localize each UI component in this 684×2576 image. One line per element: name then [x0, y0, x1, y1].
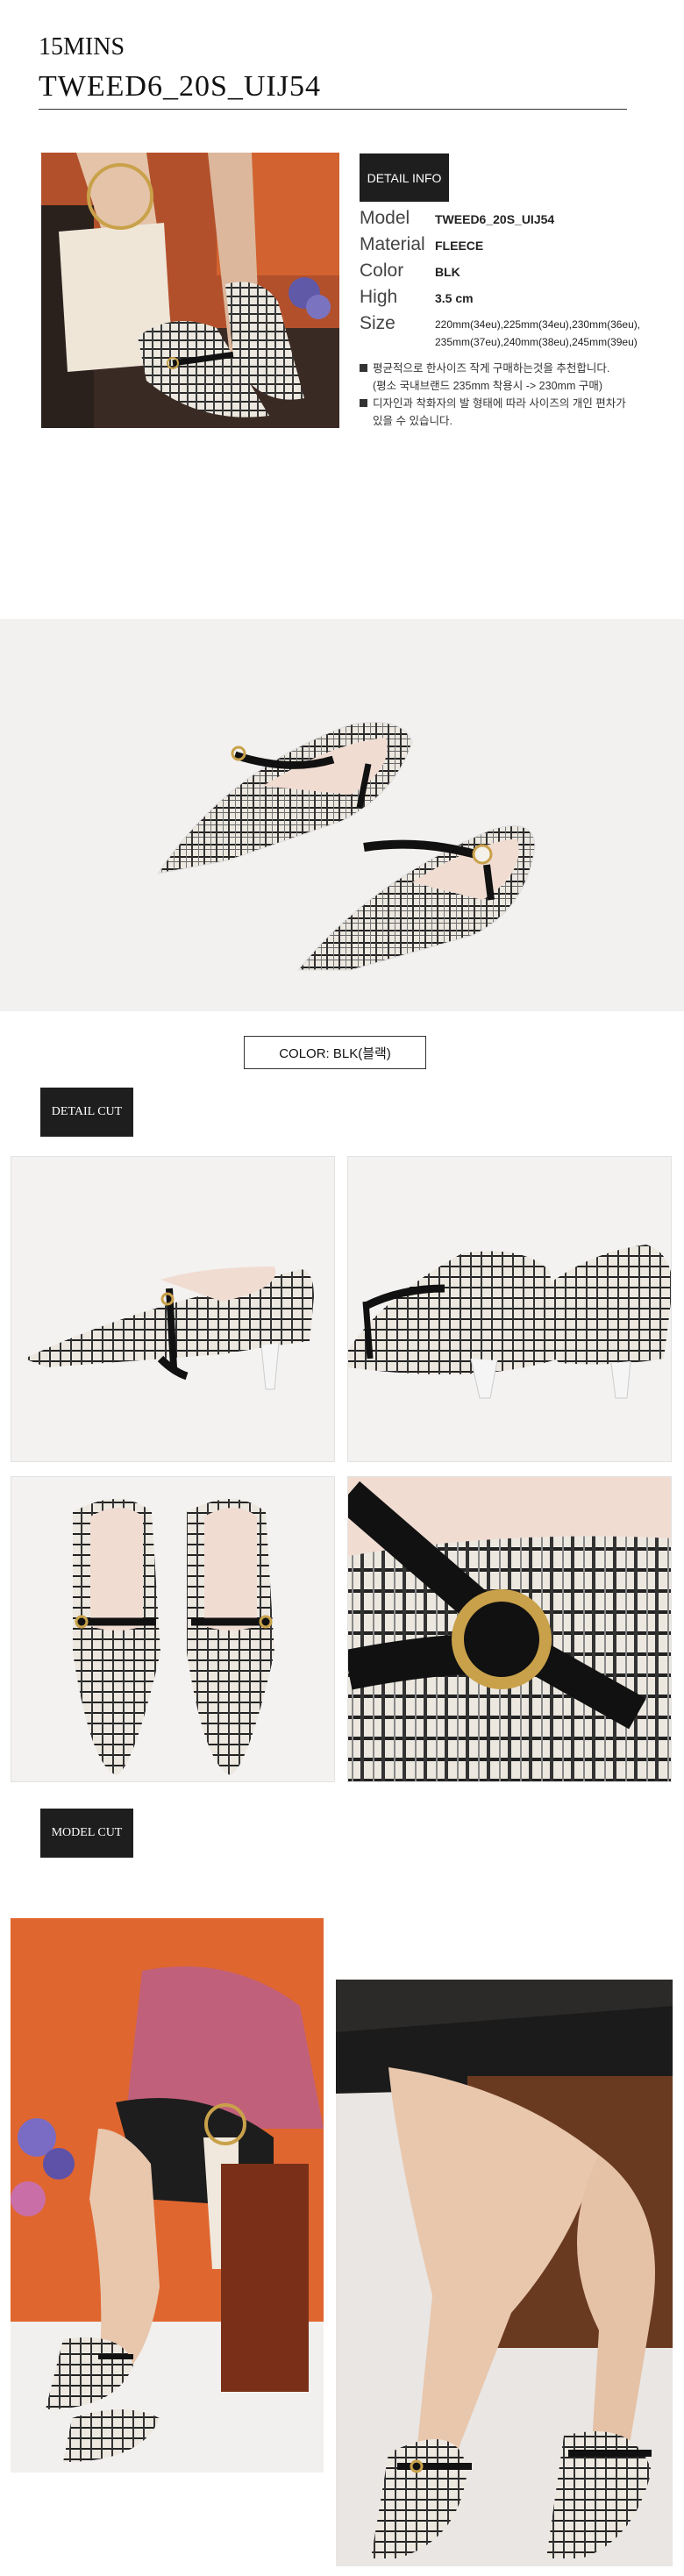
size-line: 235mm(37eu),240mm(38eu),245mm(39eu): [435, 336, 638, 348]
model-photo-seated: [11, 1918, 324, 2473]
spec-label: High: [360, 287, 398, 307]
product-title: TWEED6_20S_UIJ54: [39, 70, 321, 103]
spec-row-model: Model TWEED6_20S_UIJ54: [360, 208, 554, 229]
model-photo-legs-closeup: [336, 1980, 673, 2566]
main-product-photo: [0, 619, 684, 1011]
spec-label: Model: [360, 208, 410, 228]
sizing-note-1: 평균적으로 한사이즈 작게 구매하는것을 추천합니다. (평소 국내브랜드 23…: [360, 360, 609, 395]
spec-value: BLK: [435, 265, 460, 279]
spec-label: Size: [360, 313, 395, 333]
spec-row-color: Color BLK: [360, 260, 460, 282]
detail-photo-buckle-closeup: [347, 1476, 672, 1782]
brand-name: 15MINS: [39, 33, 125, 61]
spec-row-high: High 3.5 cm: [360, 287, 474, 308]
note-text: 디자인과 착화자의 발 형태에 따라 사이즈의 개인 편차가: [373, 397, 626, 410]
spec-row-size: Size: [360, 313, 435, 334]
note-text: (평소 국내브랜드 235mm 착용시 -> 230mm 구매): [373, 380, 602, 392]
spec-value: 3.5 cm: [435, 291, 474, 305]
bullet-square-icon: [360, 399, 367, 407]
spec-row-material: Material FLEECE: [360, 234, 483, 255]
hero-product-photo: [41, 153, 339, 428]
detail-cut-badge: DETAIL CUT: [40, 1088, 133, 1137]
note-text: 평균적으로 한사이즈 작게 구매하는것을 추천합니다.: [373, 362, 610, 375]
sizing-note-2: 디자인과 착화자의 발 형태에 따라 사이즈의 개인 편차가 있을 수 있습니다…: [360, 395, 626, 430]
size-line: 220mm(34eu),225mm(34eu),230mm(36eu),: [435, 318, 641, 331]
color-label-box: COLOR: BLK(블랙): [244, 1036, 426, 1069]
spec-value: TWEED6_20S_UIJ54: [435, 212, 555, 226]
model-cut-badge: MODEL CUT: [40, 1809, 133, 1858]
note-text: 있을 수 있습니다.: [373, 415, 452, 427]
detail-photo-heel-view: [347, 1156, 672, 1462]
detail-photo-top-view: [11, 1476, 335, 1782]
bullet-square-icon: [360, 364, 367, 372]
size-list: 220mm(34eu),225mm(34eu),230mm(36eu), 235…: [435, 316, 640, 351]
spec-value: FLEECE: [435, 239, 484, 253]
spec-label: Material: [360, 234, 425, 254]
detail-info-badge: DETAIL INFO: [360, 153, 449, 202]
title-divider: [39, 109, 627, 110]
spec-label: Color: [360, 260, 404, 281]
detail-photo-side-view: [11, 1156, 335, 1462]
